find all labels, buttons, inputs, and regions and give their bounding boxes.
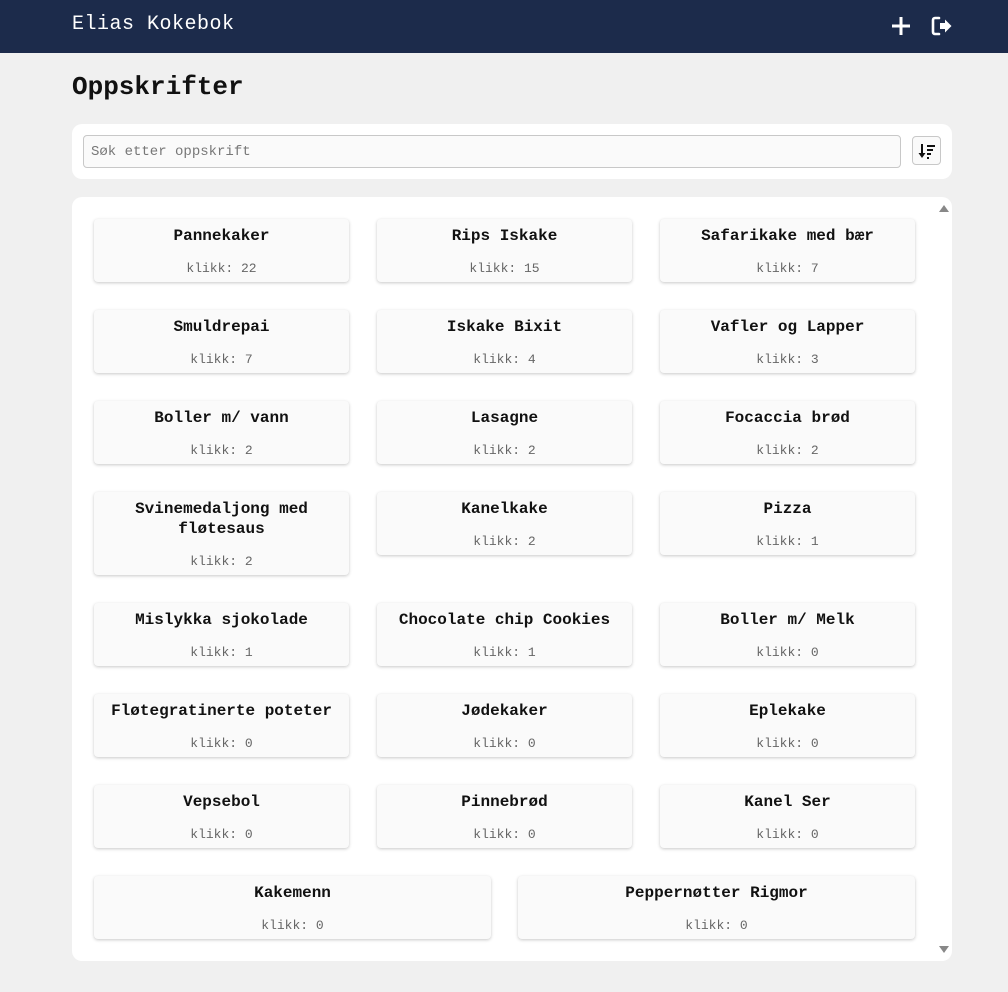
recipe-title: Pinnebrød [461, 793, 548, 811]
recipe-title: Eplekake [749, 702, 826, 720]
recipe-card[interactable]: Iskake Bixit klikk: 4 [377, 310, 632, 373]
recipe-card[interactable]: Pannekaker klikk: 22 [94, 219, 349, 282]
triangle-down-icon [939, 945, 949, 953]
recipe-card[interactable]: Rips Iskake klikk: 15 [377, 219, 632, 282]
recipe-click-count: klikk: 0 [685, 918, 748, 933]
recipe-click-count: klikk: 1 [756, 534, 819, 549]
recipe-click-count: klikk: 4 [473, 352, 536, 367]
recipe-click-count: klikk: 0 [756, 645, 819, 660]
recipe-title: Focaccia brød [725, 409, 850, 427]
recipe-click-count: klikk: 0 [473, 736, 536, 751]
plus-icon [892, 17, 910, 35]
search-panel [72, 124, 952, 179]
recipe-card[interactable]: Fløtegratinerte poteter klikk: 0 [94, 694, 349, 757]
recipe-list-panel[interactable]: Pannekaker klikk: 22 Rips Iskake klikk: 15 S… [72, 197, 952, 961]
recipe-click-count: klikk: 0 [190, 827, 253, 842]
recipe-title: Kanel Ser [744, 793, 831, 811]
recipe-title: Iskake Bixit [446, 318, 563, 336]
recipe-title: Pizza [763, 500, 812, 518]
recipe-card[interactable]: Svinemedaljong med fløtesaus klikk: 2 [94, 492, 349, 575]
recipe-card[interactable]: Kanel Ser klikk: 0 [660, 785, 915, 848]
recipe-title: Boller m/ Melk [720, 611, 855, 629]
recipe-title: Rips Iskake [451, 227, 558, 245]
recipe-click-count: klikk: 3 [756, 352, 819, 367]
recipe-title: Safarikake med bær [701, 227, 874, 245]
sort-button[interactable] [912, 136, 941, 165]
recipe-card[interactable]: Boller m/ Melk klikk: 0 [660, 603, 915, 666]
recipe-title: Vafler og Lapper [710, 318, 865, 336]
recipe-title: Jødekaker [461, 702, 548, 720]
sign-out-icon [931, 16, 952, 36]
logout-button[interactable] [930, 14, 954, 38]
recipe-click-count: klikk: 1 [473, 645, 536, 660]
recipe-title: Kakemenn [254, 884, 331, 902]
recipe-title: Svinemedaljong med fløtesaus [135, 500, 308, 538]
recipe-card[interactable]: Peppernøtter Rigmor klikk: 0 [518, 876, 915, 939]
recipe-title: Lasagne [470, 409, 539, 427]
recipe-title: Peppernøtter Rigmor [625, 884, 808, 902]
triangle-up-icon [939, 204, 949, 212]
recipe-card[interactable]: Jødekaker klikk: 0 [377, 694, 632, 757]
recipe-click-count: klikk: 0 [190, 736, 253, 751]
recipe-title: Kanelkake [461, 500, 548, 518]
add-recipe-button[interactable] [889, 14, 913, 38]
recipe-title: Fløtegratinerte poteter [111, 702, 332, 720]
recipe-click-count: klikk: 0 [756, 736, 819, 751]
recipe-click-count: klikk: 2 [473, 443, 536, 458]
recipe-title: Vepsebol [183, 793, 260, 811]
top-navbar: Elias Kokebok [0, 0, 1008, 53]
recipe-click-count: klikk: 7 [190, 352, 253, 367]
recipe-click-count: klikk: 0 [756, 827, 819, 842]
page-title: Oppskrifter [72, 72, 244, 102]
recipe-click-count: klikk: 22 [186, 261, 257, 276]
recipe-card[interactable]: Safarikake med bær klikk: 7 [660, 219, 915, 282]
recipe-card[interactable]: Smuldrepai klikk: 7 [94, 310, 349, 373]
recipe-click-count: klikk: 0 [261, 918, 324, 933]
recipe-click-count: klikk: 1 [190, 645, 253, 660]
sort-descending-icon [918, 143, 935, 159]
recipe-card[interactable]: Eplekake klikk: 0 [660, 694, 915, 757]
scroll-down-button[interactable] [938, 944, 950, 954]
recipe-card[interactable]: Lasagne klikk: 2 [377, 401, 632, 464]
recipe-click-count: klikk: 7 [756, 261, 819, 276]
recipe-card[interactable]: Kakemenn klikk: 0 [94, 876, 491, 939]
recipe-card[interactable]: Pizza klikk: 1 [660, 492, 915, 555]
recipe-title: Smuldrepai [173, 318, 270, 336]
app-title[interactable]: Elias Kokebok [72, 13, 235, 36]
recipe-click-count: klikk: 2 [473, 534, 536, 549]
recipe-click-count: klikk: 2 [756, 443, 819, 458]
recipe-title: Pannekaker [173, 227, 270, 245]
recipe-title: Boller m/ vann [154, 409, 289, 427]
recipe-card[interactable]: Focaccia brød klikk: 2 [660, 401, 915, 464]
recipe-click-count: klikk: 2 [190, 443, 253, 458]
recipe-card[interactable]: Mislykka sjokolade klikk: 1 [94, 603, 349, 666]
recipe-click-count: klikk: 0 [473, 827, 536, 842]
recipe-card[interactable]: Chocolate chip Cookies klikk: 1 [377, 603, 632, 666]
recipe-card[interactable]: Boller m/ vann klikk: 2 [94, 401, 349, 464]
search-input[interactable] [83, 135, 901, 168]
recipe-card[interactable]: Kanelkake klikk: 2 [377, 492, 632, 555]
scroll-up-button[interactable] [938, 203, 950, 213]
recipe-card[interactable]: Pinnebrød klikk: 0 [377, 785, 632, 848]
recipe-click-count: klikk: 2 [190, 554, 253, 569]
recipe-click-count: klikk: 15 [469, 261, 540, 276]
recipe-title: Mislykka sjokolade [135, 611, 308, 629]
recipe-card[interactable]: Vepsebol klikk: 0 [94, 785, 349, 848]
recipe-title: Chocolate chip Cookies [398, 611, 611, 629]
recipe-card[interactable]: Vafler og Lapper klikk: 3 [660, 310, 915, 373]
